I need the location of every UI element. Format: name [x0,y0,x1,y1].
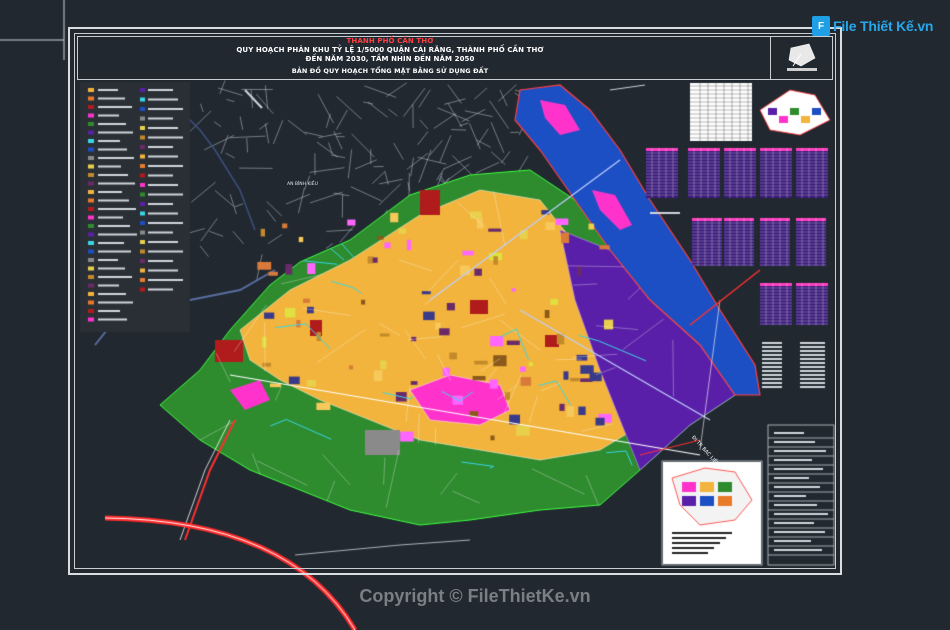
emblem-cell [770,36,833,80]
brand-text: File Thiết Kế.vn [833,18,934,34]
copyright-watermark: Copyright © FileThietKe.vn [359,586,591,606]
ward-label: AN BÌNH KIỀU [287,182,318,187]
sheet-title-years: ĐẾN NĂM 2030, TẦM NHÌN ĐẾN NĂM 2050 [305,55,475,63]
brand-file-icon: F [812,16,830,36]
sheet-subtitle: BẢN ĐỒ QUY HOẠCH TỔNG MẶT BẰNG SỬ DỤNG Đ… [291,67,489,75]
sheet-title-plan: QUY HOẠCH PHÂN KHU TỶ LỆ 1/5000 QUẬN CÁI… [236,46,544,54]
drawing-frame-inner [74,33,836,569]
emblem-icon [787,43,817,71]
brand-logo: F File Thiết Kế.vn [812,14,933,38]
sheet-title-city: THÀNH PHỐ CẦN THƠ [346,37,434,45]
